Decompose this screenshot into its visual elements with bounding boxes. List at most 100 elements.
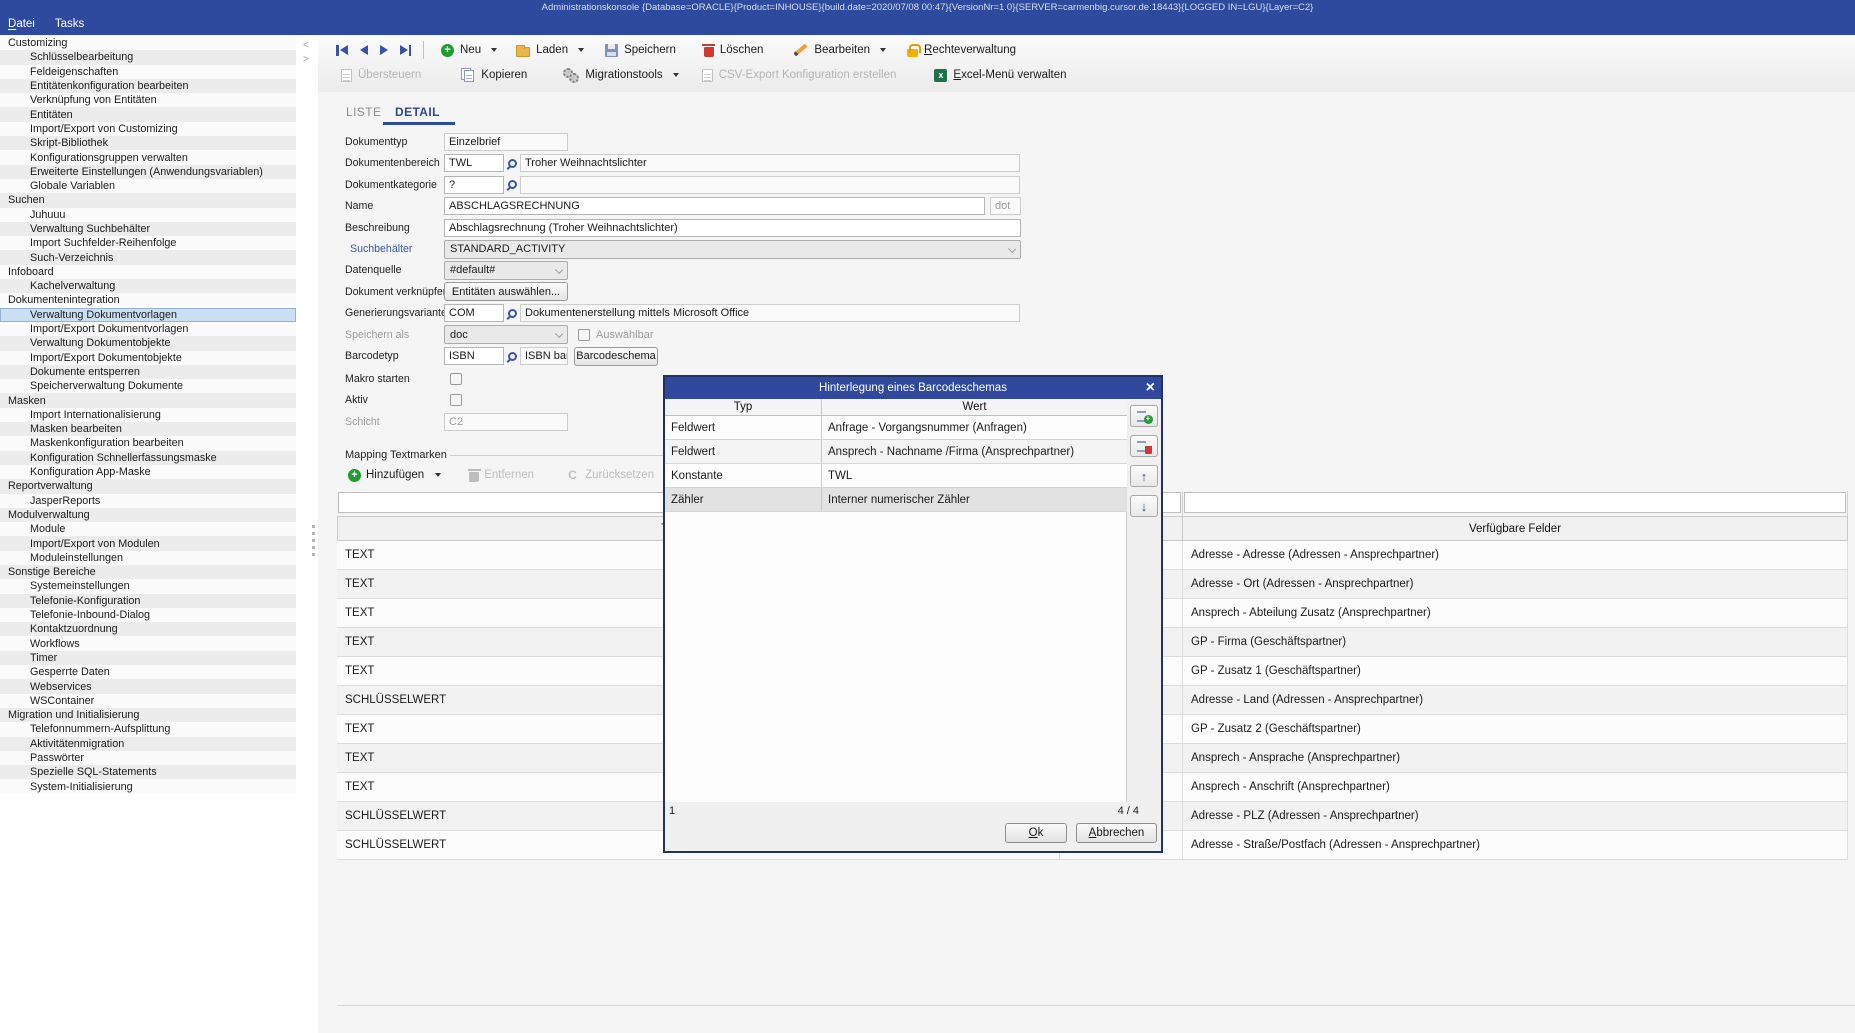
tab-liste[interactable]: LISTE <box>346 105 381 119</box>
laden-button[interactable]: Laden <box>507 38 577 62</box>
first-record-icon[interactable] <box>336 45 348 56</box>
sidebar-item[interactable]: Module <box>0 522 296 536</box>
collapse-left-icon[interactable]: < <box>303 41 309 51</box>
cancel-button[interactable]: Abbrechen <box>1076 823 1157 843</box>
sidebar-item[interactable]: Verwaltung Suchbehälter <box>0 222 296 236</box>
suchbehaelter-dropdown[interactable]: STANDARD_ACTIVITY <box>444 240 1021 259</box>
sidebar-item[interactable]: Speicherverwaltung Dokumente <box>0 379 296 393</box>
migrationstools-dropdown-icon[interactable] <box>673 73 679 77</box>
sidebar-item[interactable]: Import/Export Dokumentobjekte <box>0 351 296 365</box>
sidebar-item[interactable]: Infoboard <box>0 265 296 279</box>
sidebar-item[interactable]: Migration und Initialisierung <box>0 708 296 722</box>
sidebar-item[interactable]: Entitäten <box>0 107 296 121</box>
sidebar-item[interactable]: Verknüpfung von Entitäten <box>0 93 296 107</box>
migrationstools-button[interactable]: Migrationstools <box>554 63 671 87</box>
column-header-wert[interactable]: Wert <box>822 399 1127 415</box>
sidebar-item[interactable]: Import/Export von Modulen <box>0 536 296 550</box>
sidebar-item[interactable]: Globale Variablen <box>0 179 296 193</box>
datenquelle-dropdown[interactable]: #default# <box>444 261 568 280</box>
ok-button[interactable]: Ok <box>1005 823 1067 843</box>
search-icon[interactable] <box>508 309 517 318</box>
sidebar-item[interactable]: Moduleinstellungen <box>0 551 296 565</box>
dialog-table-row[interactable]: Zähler Interner numerischer Zähler <box>665 488 1127 512</box>
sidebar-item[interactable]: WSContainer <box>0 694 296 708</box>
auswaehlbar-checkbox[interactable] <box>578 329 590 341</box>
sidebar-item[interactable]: Modulverwaltung <box>0 508 296 522</box>
sidebar-item[interactable]: Erweiterte Einstellungen (Anwendungsvari… <box>0 165 296 179</box>
sidebar-item[interactable]: Webservices <box>0 679 296 693</box>
sidebar-item[interactable]: JasperReports <box>0 494 296 508</box>
csv-export-button[interactable]: CSV-Export Konfiguration erstellen <box>693 63 906 87</box>
sidebar-item[interactable]: Import Suchfelder-Reihenfolge <box>0 236 296 250</box>
dialog-table-row[interactable]: Feldwert Anfrage - Vorgangsnummer (Anfra… <box>665 416 1127 440</box>
sidebar-item[interactable]: Entitätenkonfiguration bearbeiten <box>0 79 296 93</box>
dialog-titlebar[interactable]: Hinterlegung eines Barcodeschemas × <box>665 377 1161 399</box>
sidebar-item[interactable]: System-Initialisierung <box>0 779 296 793</box>
column-header-verfuegbare-felder[interactable]: Verfügbare Felder <box>1183 516 1848 541</box>
sidebar-item[interactable]: Juhuuu <box>0 208 296 222</box>
sidebar-item[interactable]: Spezielle SQL-Statements <box>0 765 296 779</box>
sidebar-item[interactable]: Telefonie-Inbound-Dialog <box>0 608 296 622</box>
sidebar-item[interactable]: Workflows <box>0 636 296 650</box>
barcodeschema-button[interactable]: Barcodeschema <box>574 347 658 366</box>
sidebar-item[interactable]: Customizing <box>0 36 296 50</box>
dialog-table-row[interactable]: Konstante TWL <box>665 464 1127 488</box>
sidebar-item[interactable]: Konfiguration App-Maske <box>0 465 296 479</box>
name-input[interactable]: ABSCHLAGSRECHNUNG <box>444 197 985 215</box>
loeschen-button[interactable]: Löschen <box>695 38 772 62</box>
neu-dropdown-icon[interactable] <box>491 48 497 52</box>
sidebar-item[interactable]: Telefonie-Konfiguration <box>0 594 296 608</box>
menu-tasks[interactable]: Tasks <box>55 18 84 30</box>
sidebar-item[interactable]: Reportverwaltung <box>0 479 296 493</box>
sidebar-item[interactable]: Kachelverwaltung <box>0 279 296 293</box>
filter-verfuegbare-felder-input[interactable] <box>1184 492 1846 513</box>
sidebar-item[interactable]: Suchen <box>0 193 296 207</box>
bearbeiten-button[interactable]: Bearbeiten <box>784 38 879 62</box>
sidebar-item[interactable]: Masken <box>0 393 296 407</box>
last-record-icon[interactable] <box>400 45 412 56</box>
sidebar-item[interactable]: Konfiguration Schnellerfassungsmaske <box>0 451 296 465</box>
sidebar-splitter[interactable]: < > <box>296 36 318 1033</box>
column-header-typ[interactable]: Typ <box>665 399 822 415</box>
sidebar-item[interactable]: Maskenkonfiguration bearbeiten <box>0 436 296 450</box>
search-icon[interactable] <box>508 180 517 189</box>
previous-record-icon[interactable] <box>360 45 368 55</box>
tab-detail[interactable]: DETAIL <box>395 105 440 119</box>
sidebar-item[interactable]: Import Internationalisierung <box>0 408 296 422</box>
sidebar-item[interactable]: Konfigurationsgruppen verwalten <box>0 150 296 164</box>
search-icon[interactable] <box>508 352 517 361</box>
speichern-als-dropdown[interactable]: doc <box>444 325 568 344</box>
sidebar-item[interactable]: Passwörter <box>0 751 296 765</box>
sidebar-item[interactable]: Dokumentenintegration <box>0 293 296 307</box>
sidebar-item[interactable]: Telefonnummern-Aufsplittung <box>0 722 296 736</box>
add-row-button[interactable]: + <box>1130 405 1158 427</box>
sidebar-item[interactable]: Feldeigenschaften <box>0 65 296 79</box>
menu-datei[interactable]: Datei <box>8 18 35 30</box>
rechteverwaltung-button[interactable]: Rechteverwaltung <box>898 38 1025 62</box>
dialog-table-row[interactable]: Feldwert Ansprech - Nachname /Firma (Ans… <box>665 440 1127 464</box>
speichern-button[interactable]: Speichern <box>596 38 685 62</box>
makro-starten-checkbox[interactable] <box>450 373 462 385</box>
sidebar-item[interactable]: Verwaltung Dokumentvorlagen <box>0 308 296 322</box>
beschreibung-input[interactable]: Abschlagsrechnung (Troher Weihnachtslich… <box>444 219 1021 237</box>
search-icon[interactable] <box>508 159 517 168</box>
hinzufuegen-button[interactable]: + Hinzufügen <box>338 469 434 482</box>
sidebar-item[interactable]: Import/Export Dokumentvorlagen <box>0 322 296 336</box>
generierungsvariante-code-input[interactable]: COM <box>444 304 504 322</box>
sidebar-item[interactable]: Schlüsselbearbeitung <box>0 50 296 64</box>
neu-button[interactable]: + Neu <box>432 38 490 62</box>
splitter-grip-icon[interactable] <box>312 525 315 556</box>
sidebar-item[interactable]: Import/Export von Customizing <box>0 122 296 136</box>
sidebar-item[interactable]: Systemeinstellungen <box>0 579 296 593</box>
sidebar-item[interactable]: Masken bearbeiten <box>0 422 296 436</box>
entfernen-button[interactable]: Entfernen <box>459 469 544 482</box>
sidebar-item[interactable]: Timer <box>0 651 296 665</box>
entitaeten-auswaehlen-button[interactable]: Entitäten auswählen... <box>444 282 568 301</box>
bearbeiten-dropdown-icon[interactable] <box>880 48 886 52</box>
sidebar-item[interactable]: Such-Verzeichnis <box>0 250 296 264</box>
move-down-button[interactable]: ↓ <box>1130 495 1158 517</box>
expand-right-icon[interactable]: > <box>303 55 309 65</box>
laden-dropdown-icon[interactable] <box>578 48 584 52</box>
sidebar-item[interactable]: Sonstige Bereiche <box>0 565 296 579</box>
aktiv-checkbox[interactable] <box>450 394 462 406</box>
